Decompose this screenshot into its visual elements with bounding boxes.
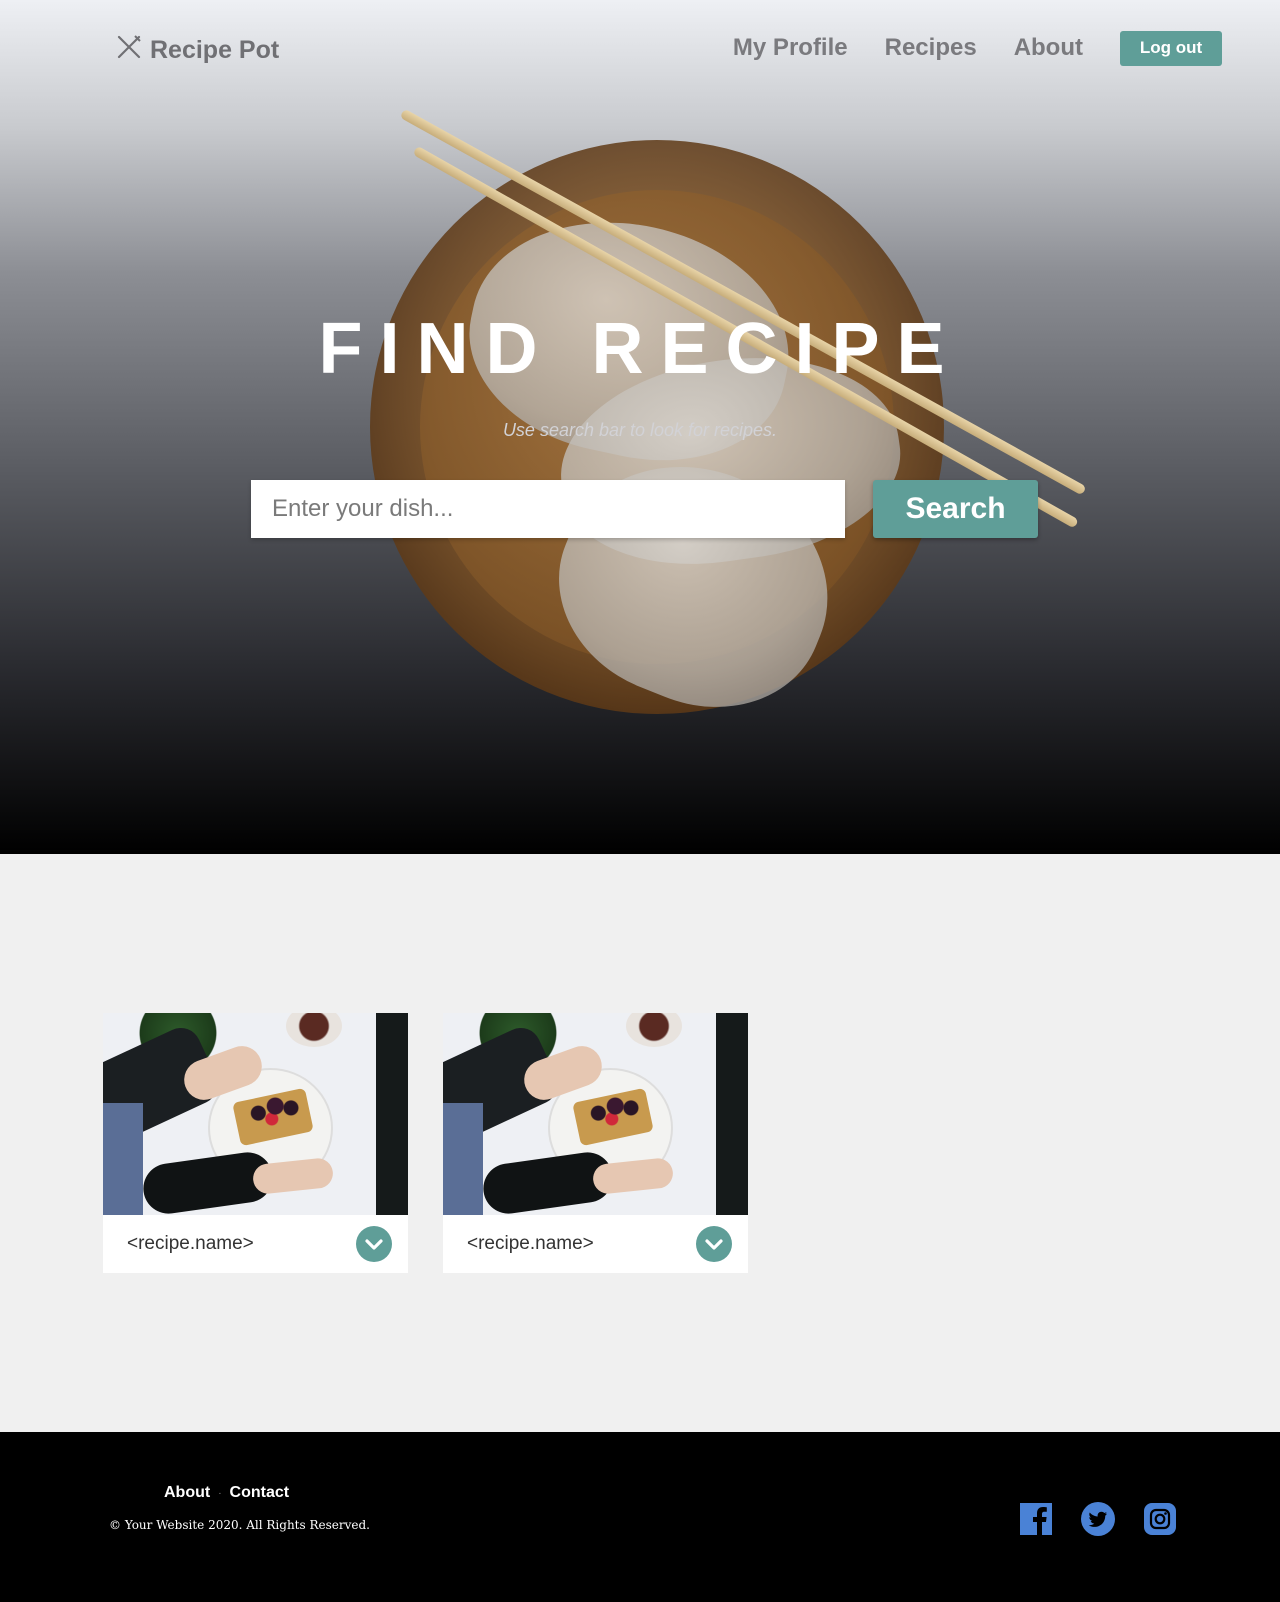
brand-name: Recipe Pot [150,36,280,64]
recipe-name: <recipe.name> [127,1233,254,1254]
recipe-name: <recipe.name> [467,1233,594,1254]
hero-section: Recipe Pot My Profile Recipes About Log … [0,0,1280,854]
footer-link-about[interactable]: About [164,1484,210,1502]
footer-link-contact[interactable]: Contact [230,1484,290,1502]
twitter-icon[interactable] [1080,1501,1116,1537]
recipe-image [103,1013,408,1215]
footer-links: About · Contact [164,1484,289,1502]
search-input[interactable] [251,480,845,538]
nav-link-recipes[interactable]: Recipes [885,28,977,68]
social-links [1018,1501,1178,1537]
utensils-icon [116,34,142,67]
search-button[interactable]: Search [873,480,1038,538]
footer-separator: · [218,1487,222,1499]
logout-button[interactable]: Log out [1120,30,1222,66]
expand-recipe-button[interactable] [696,1226,732,1262]
recipe-card[interactable]: <recipe.name> [103,1013,408,1273]
page-title: FIND RECIPE [318,309,962,389]
copyright-text: © Your Website 2020. All Rights Reserved… [109,1518,370,1532]
nav-link-my-profile[interactable]: My Profile [733,28,848,68]
chevron-down-icon [705,1239,723,1250]
recipe-image [443,1013,748,1215]
chevron-down-icon [365,1239,383,1250]
facebook-icon[interactable] [1018,1501,1054,1537]
instagram-icon[interactable] [1142,1501,1178,1537]
page-subtitle: Use search bar to look for recipes. [502,420,778,440]
top-nav: Recipe Pot My Profile Recipes About Log … [0,28,1280,68]
recipe-card[interactable]: <recipe.name> [443,1013,748,1273]
expand-recipe-button[interactable] [356,1226,392,1262]
nav-links: My Profile Recipes About Log out [733,28,1222,68]
nav-link-about[interactable]: About [1014,28,1083,68]
brand-logo[interactable]: Recipe Pot [116,34,279,67]
footer: About · Contact © Your Website 2020. All… [0,1432,1280,1602]
